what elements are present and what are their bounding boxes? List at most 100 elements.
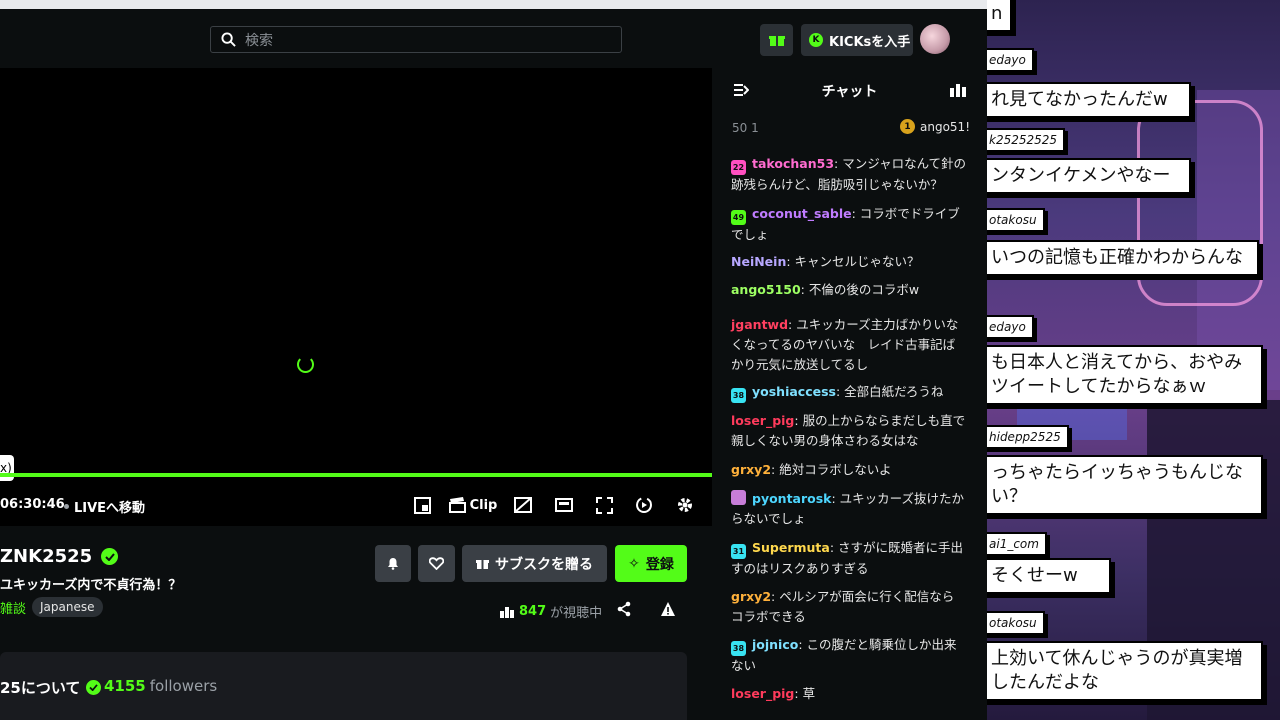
chat-message: grxy2: 絶対コラボしないよ bbox=[731, 460, 966, 480]
followers-count: 4155 followers bbox=[104, 677, 217, 695]
channel-name[interactable]: ZNK2525 bbox=[0, 546, 92, 567]
share-icon[interactable] bbox=[616, 601, 632, 617]
overlay-comment: 上効いて休んじゃうのが真実増したんだよな bbox=[987, 641, 1263, 701]
followers-number: 4155 bbox=[104, 677, 146, 695]
pip-button[interactable] bbox=[412, 494, 432, 516]
leaderboard-left: 50 1 bbox=[732, 121, 759, 135]
followers-label: followers bbox=[149, 677, 218, 695]
browser-strip bbox=[0, 0, 987, 9]
category-link[interactable]: 雑談 bbox=[0, 598, 26, 617]
overlay-comment: ンタンイケメンやなー bbox=[987, 158, 1191, 194]
chat-username[interactable]: jojnico bbox=[752, 637, 798, 652]
chat-text: : 不倫の後のコラボw bbox=[800, 282, 920, 297]
chat-username[interactable]: grxy2 bbox=[731, 462, 771, 477]
player-tooltip: x) bbox=[0, 455, 14, 481]
chat-message: loser_pig: 草 bbox=[731, 684, 966, 704]
stream-time: 06:30:46 bbox=[0, 497, 65, 512]
favorite-button[interactable] bbox=[418, 545, 455, 582]
report-icon[interactable] bbox=[660, 601, 676, 617]
overlay-comment: っちゃたらイッちゃうもんじない？ bbox=[987, 455, 1263, 515]
chat-username[interactable]: coconut_sable bbox=[752, 206, 852, 221]
gift-button[interactable] bbox=[760, 24, 793, 56]
chat-username[interactable]: NeiNein bbox=[731, 254, 786, 269]
leaderboard-right: 1 ango51! bbox=[900, 119, 970, 134]
kick-app: K KICKsを入手 x) 06:30:46 LIVEへ移動 Clip ZNK2… bbox=[0, 0, 987, 720]
chat-username[interactable]: loser_pig bbox=[731, 413, 794, 428]
chat-users-icon[interactable] bbox=[950, 82, 966, 98]
viewers-icon bbox=[500, 606, 514, 618]
gift-box-icon bbox=[476, 560, 489, 569]
subscriber-badge-icon bbox=[731, 490, 746, 505]
top-navbar: K KICKsを入手 bbox=[0, 9, 987, 68]
about-title: 25について bbox=[0, 679, 81, 697]
go-live-button[interactable]: LIVEへ移動 bbox=[64, 497, 145, 516]
follow-button[interactable]: ✧ 登録 bbox=[615, 545, 687, 582]
about-subtext: ... bbox=[0, 712, 11, 720]
chat-username[interactable]: pyontarosk bbox=[752, 491, 832, 506]
chat-username[interactable]: yoshiaccess bbox=[752, 384, 836, 399]
overlay-comment: n bbox=[987, 0, 1013, 32]
language-tag[interactable]: Japanese bbox=[32, 597, 103, 617]
get-kicks-button[interactable]: K KICKsを入手 bbox=[801, 24, 913, 56]
theater-mode-button[interactable] bbox=[554, 494, 574, 516]
overlay-comment: れ見てなかったんだw bbox=[987, 82, 1191, 118]
viewer-number: 847 bbox=[519, 604, 547, 619]
chat-message: 49 coconut_sable: コラボでドライブでしょ bbox=[731, 204, 966, 245]
clip-button[interactable]: Clip bbox=[448, 494, 498, 516]
overlay-comment: そくせーw bbox=[987, 558, 1111, 594]
chat-message: ango5150: 不倫の後のコラボw bbox=[731, 280, 966, 300]
rewind-icon bbox=[636, 497, 652, 513]
stream-title: ユキッカーズ内で不貞行為！？ bbox=[0, 578, 182, 593]
chat-message: 38 jojnico: この腹だと騎乗位しか出来ない bbox=[731, 635, 966, 676]
overlay-comment: いつの記憶も正確かわからんな bbox=[987, 240, 1259, 276]
notification-button[interactable] bbox=[375, 545, 411, 582]
chat-username[interactable]: grxy2 bbox=[731, 589, 771, 604]
settings-button[interactable] bbox=[675, 494, 695, 516]
gift-icon bbox=[768, 36, 785, 46]
search-box[interactable] bbox=[210, 26, 622, 53]
fullscreen-icon bbox=[595, 496, 613, 514]
viewer-label: が視聴中 bbox=[550, 606, 603, 621]
gift-sub-button[interactable]: サブスクを贈る bbox=[462, 545, 607, 582]
overlay-username: ai1_com bbox=[987, 532, 1047, 556]
video-player[interactable] bbox=[0, 68, 712, 526]
chat-username[interactable]: ango5150 bbox=[731, 282, 801, 297]
overlay-username: edayo bbox=[987, 48, 1034, 72]
search-icon bbox=[221, 32, 236, 47]
chat-message: pyontarosk: ユキッカーズ抜けたからないでしょ bbox=[731, 489, 966, 529]
live-dot-icon bbox=[64, 504, 69, 509]
progress-bar[interactable] bbox=[0, 473, 712, 477]
overlay-username: otakosu bbox=[987, 208, 1045, 232]
sparkle-icon: ✧ bbox=[628, 555, 640, 572]
leaderboard-user: ango51! bbox=[920, 119, 970, 134]
fullscreen-button[interactable] bbox=[594, 494, 614, 516]
chat-message: 22 takochan53: マンジャロなんて針の跡残らんけど、脂肪吸引じゃないか… bbox=[731, 154, 966, 195]
chat-message: jgantwd: ユキッカーズ主力ばかりいなくなってるのヤバいな レイド古事記ば… bbox=[731, 315, 966, 375]
chat-username[interactable]: takochan53 bbox=[752, 156, 834, 171]
chat-text: : キャンセルじゃない？ bbox=[786, 254, 920, 269]
chat-text: : 草 bbox=[794, 686, 816, 701]
subscriber-badge-icon: 31 bbox=[731, 544, 746, 559]
gear-icon bbox=[678, 498, 692, 512]
quality-off-button[interactable] bbox=[513, 494, 533, 516]
leaderboard-strip[interactable]: 50 1 1 ango51! bbox=[712, 118, 987, 140]
chat-username[interactable]: Supermuta bbox=[752, 540, 830, 555]
chat-username[interactable]: jgantwd bbox=[731, 317, 788, 332]
chat-message: 31 Supermuta: さすがに既婚者に手出すのはリスクありすぎる bbox=[731, 538, 966, 579]
stream-overlay-panel: n edayo れ見てなかったんだw k25252525 ンタンイケメンやなー otako… bbox=[987, 0, 1280, 720]
about-title-row: 25について bbox=[0, 677, 102, 698]
search-input[interactable] bbox=[243, 30, 617, 52]
theater-icon bbox=[555, 498, 573, 512]
chat-username[interactable]: loser_pig bbox=[731, 686, 794, 701]
follow-label: 登録 bbox=[645, 556, 674, 573]
user-avatar[interactable] bbox=[920, 24, 950, 54]
chat-message-list[interactable]: 22 takochan53: マンジャロなんて針の跡残らんけど、脂肪吸引じゃないか… bbox=[712, 142, 987, 720]
go-live-label: LIVEへ移動 bbox=[74, 501, 146, 516]
viewer-count: 847 が視聴中 bbox=[500, 602, 602, 621]
subscriber-badge-icon: 22 bbox=[731, 160, 746, 175]
pip-icon bbox=[413, 496, 431, 514]
chat-title: チャット bbox=[821, 84, 878, 100]
rewind-button[interactable] bbox=[634, 494, 654, 516]
subscriber-badge-icon: 38 bbox=[731, 641, 746, 656]
subscriber-badge-icon: 49 bbox=[731, 210, 746, 225]
